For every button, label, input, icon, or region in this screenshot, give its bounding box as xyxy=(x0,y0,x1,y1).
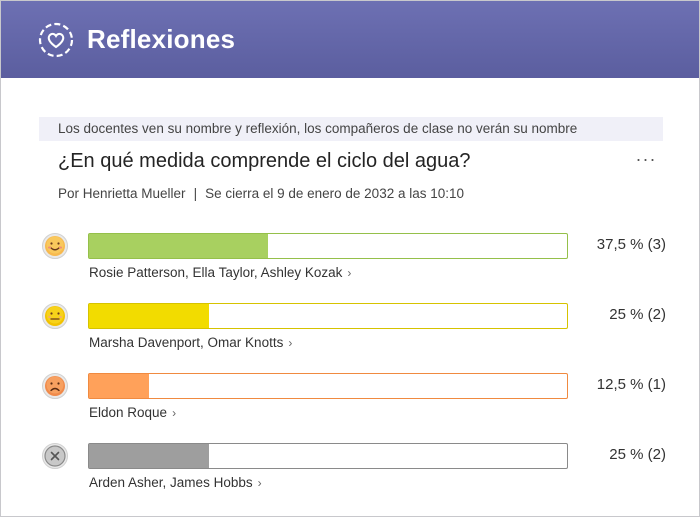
response-row-neutral: 25 % (2) Marsha Davenport, Omar Knotts › xyxy=(1,302,699,364)
response-percent: 25 % (2) xyxy=(609,446,666,463)
respondent-names-label: Rosie Patterson, Ella Taylor, Ashley Koz… xyxy=(89,265,343,280)
respondent-names-label: Eldon Roque xyxy=(89,405,168,420)
closing-date-label: Se cierra el 9 de enero de 2032 a las 10… xyxy=(205,186,465,201)
author-label: Por Henrietta Mueller xyxy=(58,186,186,201)
response-bar-fill xyxy=(89,234,269,258)
response-bar-fill xyxy=(89,444,209,468)
chevron-right-icon: › xyxy=(347,266,352,280)
app-title: Reflexiones xyxy=(87,24,236,54)
response-bar xyxy=(88,443,568,469)
respondent-names[interactable]: Marsha Davenport, Omar Knotts › xyxy=(89,335,292,350)
response-percent: 37,5 % (3) xyxy=(596,236,666,253)
meta-separator: | xyxy=(193,186,198,201)
response-bar xyxy=(88,233,568,259)
chevron-right-icon: › xyxy=(257,476,262,490)
response-bar xyxy=(88,373,568,399)
respondent-names-label: Arden Asher, James Hobbs xyxy=(89,475,253,490)
chevron-right-icon: › xyxy=(288,336,293,350)
no-response-icon xyxy=(42,443,68,469)
question-title: ¿En qué medida comprende el ciclo del ag… xyxy=(58,150,471,172)
neutral-face-icon xyxy=(42,303,68,329)
respondent-names-label: Marsha Davenport, Omar Knotts xyxy=(89,335,284,350)
response-percent: 25 % (2) xyxy=(609,306,666,323)
sad-face-icon xyxy=(42,373,68,399)
privacy-notice: Los docentes ven su nombre y reflexión, … xyxy=(39,117,663,141)
response-bar xyxy=(88,303,568,329)
response-bar-fill xyxy=(89,374,149,398)
happy-face-icon xyxy=(42,233,68,259)
response-percent: 12,5 % (1) xyxy=(596,376,666,393)
response-bar-fill xyxy=(89,304,209,328)
question-meta: Por Henrietta Mueller | Se cierra el 9 de … xyxy=(58,186,464,201)
header: Reflexiones xyxy=(1,1,699,78)
response-row-no-response: 25 % (2) Arden Asher, James Hobbs › xyxy=(1,442,699,504)
response-row-sad: 12,5 % (1) Eldon Roque › xyxy=(1,372,699,434)
reflect-card: Reflexiones Los docentes ven su nombre y… xyxy=(0,0,700,517)
respondent-names[interactable]: Rosie Patterson, Ella Taylor, Ashley Koz… xyxy=(89,265,351,280)
heart-in-circle-icon xyxy=(38,22,74,57)
respondent-names[interactable]: Arden Asher, James Hobbs › xyxy=(89,475,262,490)
chevron-right-icon: › xyxy=(172,406,177,420)
respondent-names[interactable]: Eldon Roque › xyxy=(89,405,176,420)
response-row-happy: 37,5 % (3) Rosie Patterson, Ella Taylor,… xyxy=(1,232,699,294)
more-options-button[interactable]: ··· xyxy=(631,147,661,171)
